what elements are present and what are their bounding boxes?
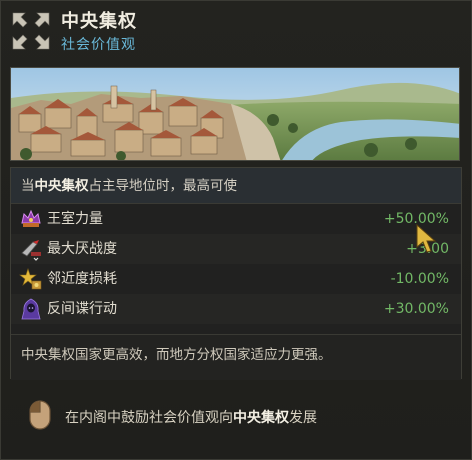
footer-suffix: 发展 bbox=[289, 410, 317, 426]
crown-fist-icon bbox=[19, 207, 43, 231]
footer-text: 在内阁中鼓励社会价值观向中央集权发展 bbox=[65, 407, 317, 427]
effect-label: 最大厌战度 bbox=[47, 241, 117, 257]
intro-prefix: 当 bbox=[21, 178, 35, 194]
effect-row-royal-power: 王室力量 +50.00% bbox=[11, 204, 461, 234]
city-banner-image bbox=[10, 67, 460, 161]
effect-label: 邻近度损耗 bbox=[47, 271, 117, 287]
footer-hint: 在内阁中鼓励社会价值观向中央集权发展 bbox=[1, 393, 471, 443]
mouse-cursor-icon bbox=[415, 223, 439, 253]
intro-emphasis: 中央集权 bbox=[34, 178, 89, 194]
star-coins-icon bbox=[19, 267, 43, 291]
hooded-spy-icon bbox=[19, 297, 43, 321]
description-text: 中央集权国家更高效，而地方分权国家适应力更强。 bbox=[11, 334, 461, 380]
effect-row-counter-espionage: 反间谍行动 +30.00% bbox=[11, 294, 461, 324]
footer-emphasis: 中央集权 bbox=[233, 410, 289, 426]
effect-row-war-weariness: 最大厌战度 +3.00 bbox=[11, 234, 461, 264]
war-weariness-icon bbox=[19, 237, 43, 261]
effects-intro: 当中央集权占主导地位时，最高可使 bbox=[11, 168, 461, 204]
effect-row-proximity-loss: 邻近度损耗 -10.00% bbox=[11, 264, 461, 294]
collapse-arrows-icon[interactable] bbox=[9, 9, 53, 53]
page-title: 中央集权 bbox=[61, 11, 137, 32]
tooltip-header: 中央集权 社会价值观 bbox=[1, 1, 471, 59]
effect-value: +30.00% bbox=[383, 301, 449, 317]
effect-value: -10.00% bbox=[390, 271, 449, 287]
effect-label: 反间谍行动 bbox=[47, 301, 117, 317]
effects-box: 当中央集权占主导地位时，最高可使 王室力量 +50.00% 最大厌战度 邻近度损… bbox=[10, 167, 462, 380]
footer-prefix: 在内阁中鼓励社会价值观向 bbox=[65, 410, 233, 426]
tooltip-panel: 中央集权 社会价值观 当中央集权占主导地位时，最高可使 王室力量 +50.00%… bbox=[0, 0, 472, 460]
category-subtitle: 社会价值观 bbox=[61, 37, 136, 53]
mouse-icon bbox=[29, 400, 51, 430]
effect-label: 王室力量 bbox=[47, 211, 103, 227]
intro-suffix: 占主导地位时，最高可使 bbox=[88, 178, 238, 194]
